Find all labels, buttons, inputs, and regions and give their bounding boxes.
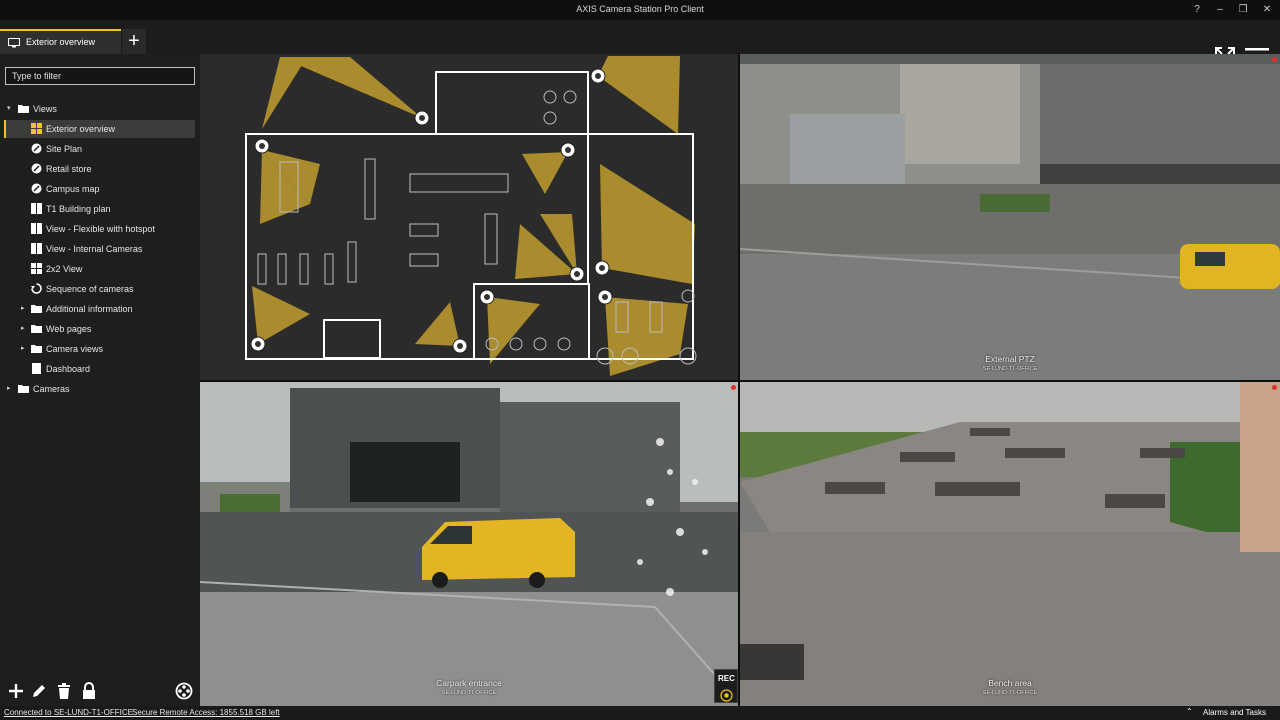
- add-tab-button[interactable]: +: [122, 29, 146, 54]
- recording-indicator: [731, 385, 736, 390]
- restore-button[interactable]: ❐: [1234, 2, 1252, 18]
- tree-item-sequence-of-cameras[interactable]: Sequence of cameras: [0, 279, 200, 299]
- camera-server-label: SE-LUND-T1-OFFICE: [441, 690, 497, 696]
- camera-pane-carpark-entrance[interactable]: Carpark entrance SE-LUND-T1-OFFICE REC: [200, 382, 738, 706]
- expand-caret-icon[interactable]: ▸: [21, 344, 25, 352]
- close-button[interactable]: ✕: [1258, 2, 1276, 18]
- record-icon[interactable]: [720, 689, 733, 702]
- split-view-icon: [31, 203, 42, 214]
- page-icon: [32, 363, 41, 374]
- sidebar-toolbar: [0, 678, 200, 706]
- sidebar: ▾ Views Exterior overview Site Plan Reta…: [0, 54, 200, 706]
- grid-view-icon: [31, 123, 42, 134]
- camera-label: Bench area: [988, 678, 1032, 688]
- recording-indicator: [1272, 385, 1277, 390]
- connection-status-link[interactable]: Connected to SE-LUND-T1-OFFICE: [4, 708, 133, 717]
- tree-item-site-plan[interactable]: Site Plan: [0, 139, 200, 159]
- rec-label: REC: [718, 674, 735, 683]
- tree-item-retail-store[interactable]: Retail store: [0, 159, 200, 179]
- film-reel-icon[interactable]: [175, 682, 193, 700]
- alarms-and-tasks-button[interactable]: Alarms and Tasks: [1203, 708, 1266, 717]
- camera-label: Carpark entrance: [436, 678, 502, 688]
- split-view-icon: [31, 243, 42, 254]
- status-bar: Connected to SE-LUND-T1-OFFICE Secure Re…: [0, 706, 1280, 720]
- camera-server-label: SE-LUND-T1-OFFICE: [982, 690, 1038, 696]
- delete-icon[interactable]: [55, 682, 73, 700]
- remote-access-link[interactable]: Secure Remote Access: 1855.518 GB left: [132, 708, 280, 717]
- folder-icon: [31, 325, 42, 333]
- tree-item-cameras[interactable]: ▸ Cameras: [0, 379, 200, 399]
- floorplan-pane[interactable]: [200, 54, 738, 380]
- chevron-up-icon[interactable]: ⌃: [1186, 707, 1193, 716]
- camera-label: External PTZ: [985, 354, 1035, 364]
- tree-item-view-internal-cameras[interactable]: View - Internal Cameras: [0, 239, 200, 259]
- monitor-icon: [8, 38, 20, 48]
- camera-pane-external-ptz[interactable]: External PTZ SE-LUND-T1-OFFICE: [740, 54, 1280, 380]
- tree-item-campus-map[interactable]: Campus map: [0, 179, 200, 199]
- video-feed-bench-area: [740, 382, 1280, 706]
- tree-item-view-flexible[interactable]: View - Flexible with hotspot: [0, 219, 200, 239]
- recording-controls[interactable]: REC: [714, 669, 738, 703]
- folder-icon: [18, 385, 29, 393]
- add-icon[interactable]: [7, 682, 25, 700]
- camera-server-label: SE-LUND-T1-OFFICE: [982, 366, 1038, 372]
- view-grid: External PTZ SE-LUND-T1-OFFICE Carpark e…: [200, 54, 1280, 706]
- expand-caret-icon[interactable]: ▸: [7, 384, 11, 392]
- tree-item-exterior-overview[interactable]: Exterior overview: [0, 119, 200, 139]
- tree-item-web-pages[interactable]: ▸ Web pages: [0, 319, 200, 339]
- filter-input[interactable]: [5, 67, 195, 85]
- folder-icon: [31, 345, 42, 353]
- tree-item-dashboard[interactable]: Dashboard: [0, 359, 200, 379]
- recording-indicator: [1272, 57, 1277, 62]
- map-icon: [31, 143, 42, 154]
- expand-caret-icon[interactable]: ▸: [21, 304, 25, 312]
- video-feed-carpark: [200, 382, 738, 706]
- camera-pane-bench-area[interactable]: Bench area SE-LUND-T1-OFFICE: [740, 382, 1280, 706]
- tab-label: Exterior overview: [26, 37, 96, 47]
- grid-view-icon: [31, 263, 42, 274]
- folder-icon: [31, 305, 42, 313]
- help-button[interactable]: ?: [1188, 2, 1206, 18]
- minimize-button[interactable]: –: [1211, 2, 1229, 18]
- tab-bar: Exterior overview +: [0, 20, 1280, 67]
- tree-item-views[interactable]: ▾ Views: [0, 99, 200, 119]
- expand-caret-icon[interactable]: ▸: [21, 324, 25, 332]
- map-icon: [31, 183, 42, 194]
- expand-caret-icon[interactable]: ▾: [7, 104, 11, 112]
- split-view-icon: [31, 223, 42, 234]
- folder-icon: [18, 105, 29, 113]
- tree-item-t1-building-plan[interactable]: T1 Building plan: [0, 199, 200, 219]
- tree-item-camera-views[interactable]: ▸ Camera views: [0, 339, 200, 359]
- tree-item-additional-information[interactable]: ▸ Additional information: [0, 299, 200, 319]
- title-bar: AXIS Camera Station Pro Client ? – ❐ ✕: [0, 0, 1280, 20]
- map-icon: [31, 163, 42, 174]
- edit-icon[interactable]: [30, 682, 48, 700]
- video-feed-external-ptz: [740, 64, 1280, 380]
- lock-icon[interactable]: [80, 682, 98, 700]
- sequence-icon: [31, 283, 42, 294]
- window-title: AXIS Camera Station Pro Client: [576, 4, 704, 14]
- tree-item-2x2-view[interactable]: 2x2 View: [0, 259, 200, 279]
- tab-exterior-overview[interactable]: Exterior overview: [0, 29, 121, 54]
- floorplan-map: [245, 56, 697, 376]
